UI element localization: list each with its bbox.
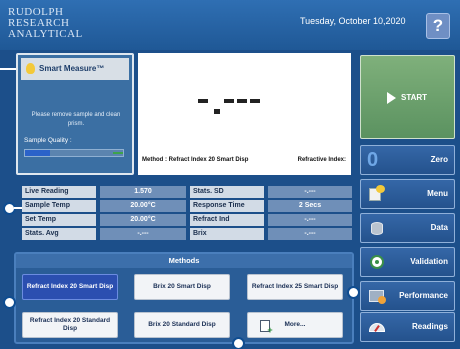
brix-value: -.---	[268, 228, 352, 240]
readings-table: Live Reading 1.570 Sample Temp 20.00°C S…	[22, 182, 352, 242]
set-temp-value: 20.00°C	[100, 214, 186, 226]
refract-ind-label: Refract Ind	[190, 214, 264, 226]
response-time-value: 2 Secs	[268, 200, 352, 212]
menu-icon	[367, 185, 387, 203]
method-ri25-smart[interactable]: Refract Index 25 Smart Disp	[247, 274, 343, 300]
brix-label: Brix	[190, 228, 264, 240]
header-bar: RUDOLPH RESEARCH ANALYTICAL Tuesday, Oct…	[0, 0, 460, 50]
method-label: Refract Index 20 Standard Disp	[29, 317, 111, 332]
method-ri20-smart[interactable]: Refract Index 20 Smart Disp	[22, 274, 118, 300]
stats-sd-label: Stats. SD	[190, 186, 264, 198]
refract-ind-value: -.---	[268, 214, 352, 226]
plus-icon: +	[267, 325, 273, 335]
zero-label: Zero	[430, 155, 448, 164]
smart-measure-label: Smart Measure™	[39, 64, 105, 73]
callout-line-smart	[0, 68, 16, 70]
lightbulb-icon	[26, 63, 35, 74]
data-label: Data	[430, 223, 448, 232]
method-label: Refract Index 25 Smart Disp	[251, 283, 339, 290]
readings-label: Readings	[411, 322, 448, 331]
start-label: START	[401, 93, 428, 102]
readout-value	[196, 91, 276, 119]
stats-avg-value: -.---	[100, 228, 186, 240]
start-button[interactable]: START	[360, 55, 455, 139]
method-brix20-smart[interactable]: Brix 20 Smart Disp	[134, 274, 230, 300]
methods-title: Methods	[16, 254, 352, 268]
zero-button[interactable]: 0 Zero	[360, 145, 455, 175]
callout-line-readings	[14, 207, 22, 209]
more-methods-button[interactable]: + More...	[247, 312, 343, 338]
smart-measure-message: Please remove sample and clean prism.	[31, 112, 121, 127]
smart-measure-title[interactable]: Smart Measure™	[21, 58, 129, 80]
menu-button[interactable]: Menu	[360, 179, 455, 209]
more-label: More...	[284, 321, 306, 328]
play-icon	[387, 92, 396, 104]
method-ri20-standard[interactable]: Refract Index 20 Standard Disp	[22, 312, 118, 338]
stats-avg-label: Stats. Avg	[22, 228, 96, 240]
database-icon	[367, 219, 387, 237]
refractive-index-label: Refractive Index:	[297, 157, 346, 163]
method-label: Brix 20 Smart Disp	[153, 283, 211, 290]
sample-quality-fill	[25, 150, 50, 156]
sample-quality-label: Sample Quality :	[24, 137, 72, 144]
callout-marker-methods	[3, 296, 16, 309]
help-button[interactable]: ?	[426, 13, 450, 39]
sample-temp-label: Sample Temp	[22, 200, 96, 212]
sample-temp-value: 20.00°C	[100, 200, 186, 212]
performance-button[interactable]: Performance	[360, 281, 455, 311]
validation-label: Validation	[410, 257, 448, 266]
callout-marker-performance	[347, 286, 360, 299]
method-label: Brix 20 Standard Disp	[148, 321, 216, 328]
method-brix20-standard[interactable]: Brix 20 Standard Disp	[134, 312, 230, 338]
callout-marker-more	[232, 337, 245, 349]
zero-icon: 0	[367, 149, 379, 171]
rudolph-logo: RUDOLPH RESEARCH ANALYTICAL	[8, 7, 120, 45]
set-temp-label: Set Temp	[22, 214, 96, 226]
performance-icon	[367, 287, 387, 305]
sample-quality-bar	[24, 149, 124, 157]
current-method-text: Method : Refract Index 20 Smart Disp	[142, 157, 249, 163]
live-reading-value: 1.570	[100, 186, 186, 198]
measurement-display: Method : Refract Index 20 Smart Disp Ref…	[138, 53, 351, 175]
method-label: Refract Index 20 Smart Disp	[26, 283, 114, 290]
response-time-label: Response Time	[190, 200, 264, 212]
data-button[interactable]: Data	[360, 213, 455, 243]
target-icon	[367, 253, 387, 271]
methods-panel: Methods Refract Index 20 Smart Disp Brix…	[14, 252, 354, 344]
menu-label: Menu	[427, 189, 448, 198]
stats-sd-value: -.---	[268, 186, 352, 198]
performance-label: Performance	[399, 291, 448, 300]
logo-line-3: ANALYTICAL	[8, 28, 83, 40]
gauge-icon	[367, 318, 387, 336]
validation-button[interactable]: Validation	[360, 247, 455, 277]
live-reading-label: Live Reading	[22, 186, 96, 198]
readings-button[interactable]: Readings	[360, 312, 455, 342]
smart-measure-panel: Smart Measure™ Please remove sample and …	[16, 53, 134, 175]
sample-quality-marker	[113, 152, 123, 154]
date-display: Tuesday, October 10,2020	[300, 16, 406, 26]
